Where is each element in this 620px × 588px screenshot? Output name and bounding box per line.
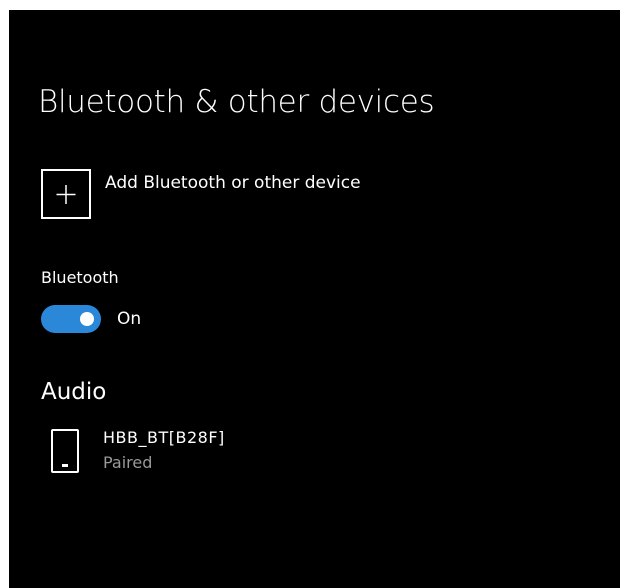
plus-icon[interactable] [41, 169, 91, 219]
audio-device-item[interactable]: HBB_BT[B28F] Paired [49, 428, 225, 474]
bluetooth-toggle-row: On [41, 305, 141, 333]
page-title: Bluetooth & other devices [38, 84, 435, 120]
device-name: HBB_BT[B28F] [103, 428, 225, 447]
bluetooth-toggle-state: On [117, 309, 142, 329]
device-text: HBB_BT[B28F] Paired [103, 428, 225, 472]
settings-window: Bluetooth & other devices Add Bluetooth … [9, 10, 620, 588]
bluetooth-section-label: Bluetooth [41, 268, 119, 287]
phone-icon [49, 428, 83, 474]
add-device-button[interactable]: Add Bluetooth or other device [41, 169, 361, 219]
device-status: Paired [103, 453, 153, 472]
toggle-knob [80, 312, 94, 326]
bluetooth-toggle[interactable] [41, 305, 101, 333]
add-device-label[interactable]: Add Bluetooth or other device [105, 173, 361, 193]
audio-heading: Audio [41, 379, 107, 405]
